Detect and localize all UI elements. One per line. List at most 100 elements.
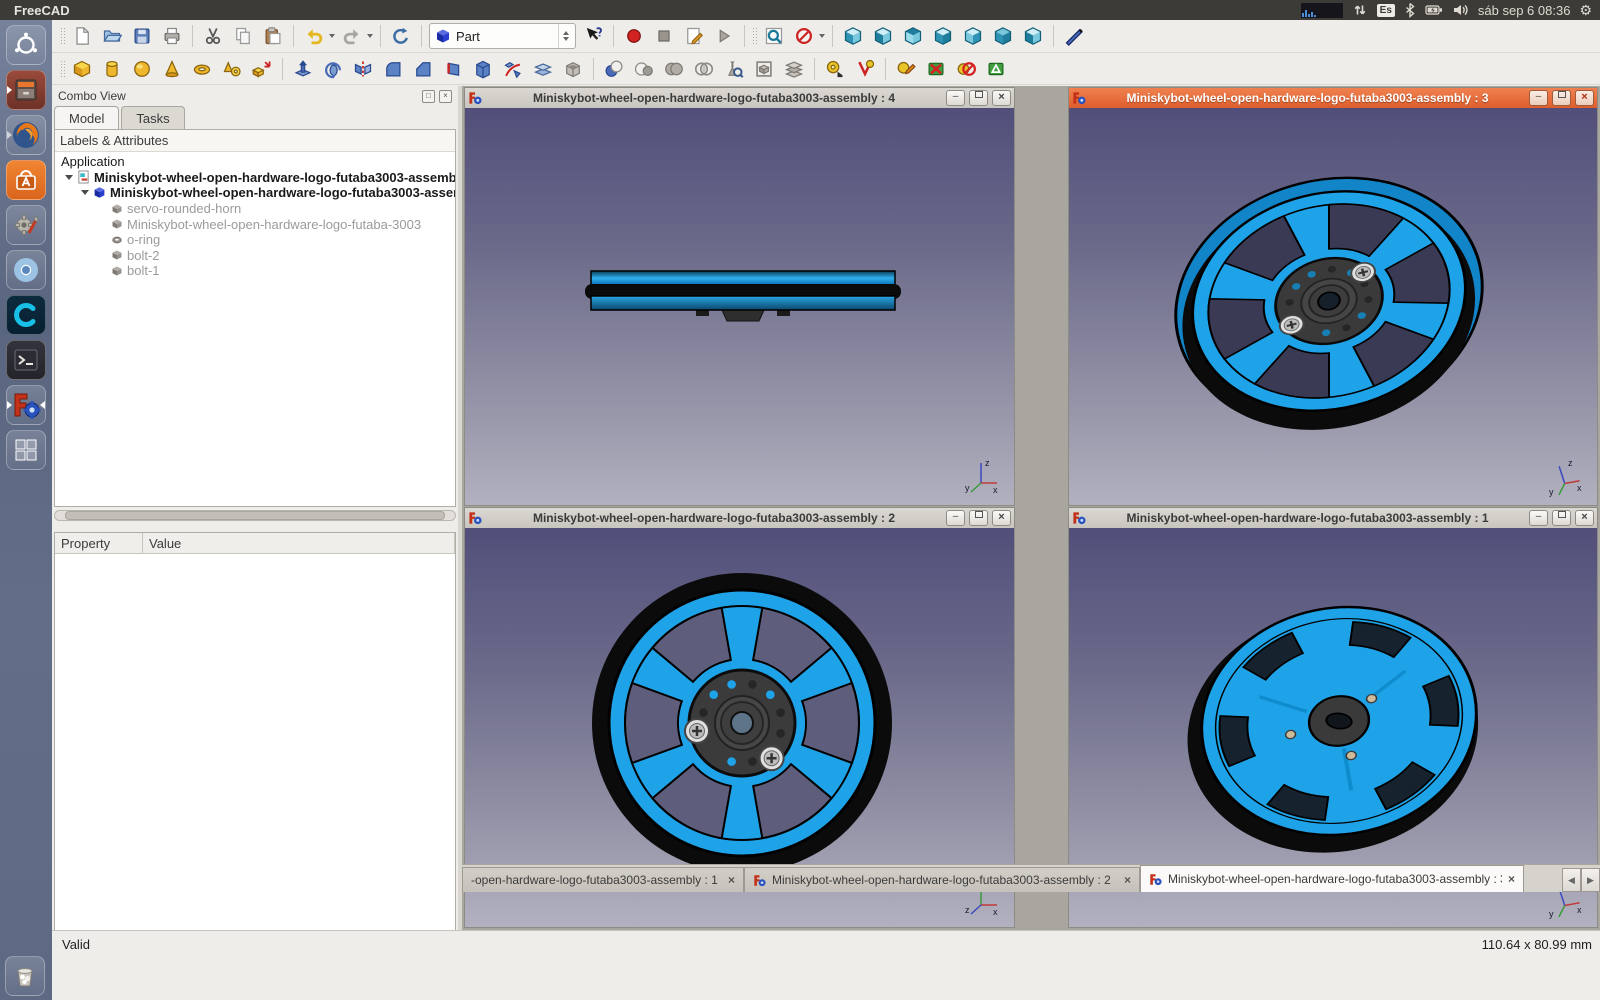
part-intersection-button[interactable] xyxy=(691,56,717,82)
view-top-button[interactable] xyxy=(900,23,926,49)
part-fillet-button[interactable] xyxy=(380,56,406,82)
part-offset-button[interactable] xyxy=(530,56,556,82)
macro-stop-button[interactable] xyxy=(651,23,677,49)
toolbar-drag-handle[interactable] xyxy=(752,27,757,45)
toolbar-drag-handle[interactable] xyxy=(60,27,65,45)
draw-style-button[interactable] xyxy=(791,23,817,49)
tree-item-bolt-2[interactable]: bolt-2 xyxy=(59,248,455,264)
launcher-firefox[interactable] xyxy=(6,115,46,155)
tree-item-o-ring[interactable]: o-ring xyxy=(59,232,455,248)
tab-close-icon[interactable]: × xyxy=(1508,872,1515,886)
whats-this-button[interactable] xyxy=(580,23,606,49)
minimize-button[interactable]: – xyxy=(946,510,965,526)
launcher-workspace-switcher[interactable] xyxy=(6,430,46,470)
measure-refresh-button[interactable] xyxy=(893,56,919,82)
part-box-button[interactable] xyxy=(69,56,95,82)
restore-button[interactable] xyxy=(969,510,988,526)
workbench-selector[interactable]: Part xyxy=(429,23,576,49)
part-box-section-button[interactable] xyxy=(751,56,777,82)
tab-close-icon[interactable]: × xyxy=(1124,873,1131,887)
part-loft-button[interactable] xyxy=(470,56,496,82)
wheel-model-isometric[interactable] xyxy=(1099,116,1559,486)
part-shape-builder-button[interactable] xyxy=(249,56,275,82)
battery-icon[interactable] xyxy=(1425,2,1443,18)
mdi-tab-3[interactable]: Miniskybot-wheel-open-hardware-logo-futa… xyxy=(1140,865,1524,892)
tree-item-servo-rounded-horn[interactable]: servo-rounded-horn xyxy=(59,201,455,217)
system-monitor-graph-icon[interactable] xyxy=(1300,2,1343,18)
tab-scroll-right-button[interactable]: ▶ xyxy=(1581,868,1600,892)
part-chamfer-button[interactable] xyxy=(410,56,436,82)
mdi-tab-1[interactable]: -open-hardware-logo-futaba3003-assembly … xyxy=(462,867,744,892)
keyboard-layout-indicator[interactable]: Es xyxy=(1376,3,1395,17)
part-mirror-button[interactable] xyxy=(350,56,376,82)
part-union-button[interactable] xyxy=(661,56,687,82)
wheel-model-rear[interactable] xyxy=(1119,546,1559,896)
window-titlebar[interactable]: Miniskybot-wheel-open-hardware-logo-futa… xyxy=(1069,88,1597,109)
part-cut-button[interactable] xyxy=(631,56,657,82)
tree-item-wheel[interactable]: Miniskybot-wheel-open-hardware-logo-futa… xyxy=(59,216,455,232)
launcher-files[interactable] xyxy=(6,70,46,110)
fit-all-button[interactable] xyxy=(761,23,787,49)
measure-distance-button[interactable] xyxy=(1061,23,1087,49)
bluetooth-icon[interactable] xyxy=(1404,2,1416,18)
wheel-model-side[interactable] xyxy=(583,268,903,340)
part-torus-button[interactable] xyxy=(189,56,215,82)
part-revolve-button[interactable] xyxy=(320,56,346,82)
launcher-trash[interactable] xyxy=(5,956,45,996)
copy-button[interactable] xyxy=(230,23,256,49)
launcher-chromium[interactable] xyxy=(6,250,46,290)
tab-close-icon[interactable]: × xyxy=(728,873,735,887)
measure-toggle-all-button[interactable] xyxy=(953,56,979,82)
panel-float-button[interactable]: □ xyxy=(422,89,435,103)
measure-angular-button[interactable] xyxy=(852,56,878,82)
view-axonometric-button[interactable] xyxy=(840,23,866,49)
tab-tasks[interactable]: Tasks xyxy=(121,106,185,129)
wheel-model-front[interactable] xyxy=(552,533,932,913)
restore-button[interactable] xyxy=(969,90,988,106)
toolbar-drag-handle[interactable] xyxy=(60,59,65,78)
new-button[interactable] xyxy=(69,23,95,49)
redo-dropdown[interactable] xyxy=(367,34,373,38)
save-button[interactable] xyxy=(129,23,155,49)
refresh-button[interactable] xyxy=(388,23,414,49)
launcher-system-settings[interactable] xyxy=(6,205,46,245)
minimize-button[interactable]: – xyxy=(946,90,965,106)
close-button[interactable]: × xyxy=(992,90,1011,106)
measure-clear-all-button[interactable] xyxy=(923,56,949,82)
macro-record-button[interactable] xyxy=(621,23,647,49)
cut-button[interactable] xyxy=(200,23,226,49)
view-bottom-button[interactable] xyxy=(990,23,1016,49)
undo-button[interactable] xyxy=(301,23,327,49)
tab-model[interactable]: Model xyxy=(54,106,120,129)
expander-icon[interactable] xyxy=(65,174,73,180)
part-cylinder-button[interactable] xyxy=(99,56,125,82)
open-button[interactable] xyxy=(99,23,125,49)
workbench-spinner[interactable] xyxy=(558,24,573,48)
close-button[interactable]: × xyxy=(992,510,1011,526)
tree-item-bolt-1[interactable]: bolt-1 xyxy=(59,263,455,279)
measure-toggle-3d-button[interactable] xyxy=(983,56,1009,82)
viewport-isometric[interactable]: z x y xyxy=(1069,108,1597,505)
part-sphere-button[interactable] xyxy=(129,56,155,82)
restore-button[interactable] xyxy=(1552,90,1571,106)
undo-dropdown[interactable] xyxy=(329,34,335,38)
panel-close-button[interactable]: × xyxy=(439,89,452,103)
launcher-software-center[interactable] xyxy=(6,160,46,200)
tree-horizontal-scrollbar[interactable] xyxy=(54,510,456,521)
value-column-header[interactable]: Value xyxy=(143,533,455,554)
tree-root[interactable]: Application xyxy=(59,154,455,170)
macro-edit-button[interactable] xyxy=(681,23,707,49)
measure-linear-button[interactable] xyxy=(822,56,848,82)
view-right-button[interactable] xyxy=(930,23,956,49)
redo-button[interactable] xyxy=(339,23,365,49)
print-button[interactable] xyxy=(159,23,185,49)
part-thickness-button[interactable] xyxy=(560,56,586,82)
launcher-freecad[interactable] xyxy=(6,385,46,425)
window-titlebar[interactable]: Miniskybot-wheel-open-hardware-logo-futa… xyxy=(465,508,1014,529)
part-cone-button[interactable] xyxy=(159,56,185,82)
launcher-dash-home[interactable] xyxy=(6,25,46,65)
scrollbar-thumb[interactable] xyxy=(65,511,445,520)
tree-header[interactable]: Labels & Attributes xyxy=(55,130,455,152)
volume-icon[interactable] xyxy=(1452,2,1469,18)
tree-document[interactable]: Miniskybot-wheel-open-hardware-logo-futa… xyxy=(59,170,455,186)
